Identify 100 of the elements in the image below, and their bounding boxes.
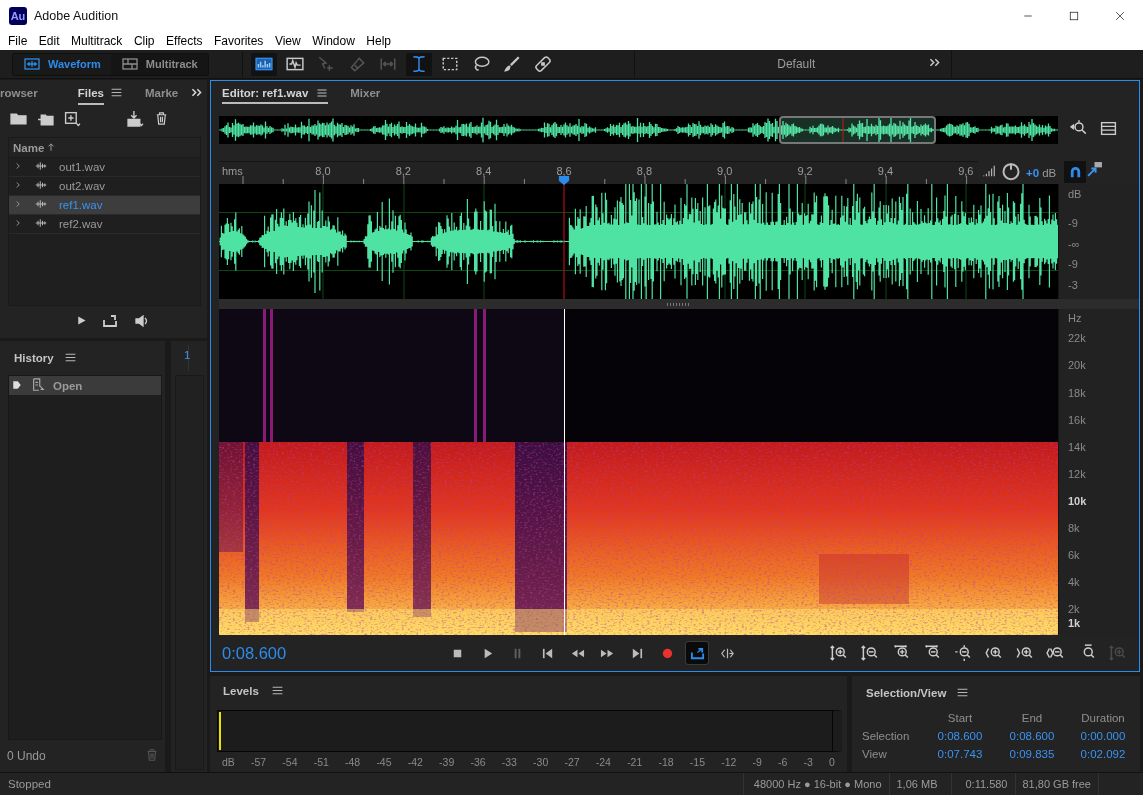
frequency-label: 20k xyxy=(1068,359,1086,372)
file-name: out2.wav xyxy=(59,180,106,192)
column-header: Duration xyxy=(1080,712,1126,724)
panel-tab[interactable]: 1 xyxy=(175,345,189,371)
app-logo: Au xyxy=(9,7,27,25)
frequency-label: 16k xyxy=(1068,413,1086,426)
status-cell: 48000 Hz ● 16-bit ● Mono xyxy=(742,773,889,795)
file-row[interactable]: ref2.wav xyxy=(9,215,200,234)
meter-scale-label: -42 xyxy=(407,756,423,768)
history-item[interactable]: Open xyxy=(9,376,161,395)
menu-item[interactable]: Help xyxy=(360,34,398,48)
close-icon xyxy=(1114,10,1126,22)
frequency-label: 10k xyxy=(1068,494,1087,507)
panel-menu-icon xyxy=(316,87,329,100)
undo-count: 0 Undo xyxy=(7,749,46,763)
meter-scale-label: -24 xyxy=(595,756,611,768)
meter-scale-label: -9 xyxy=(752,756,762,768)
zoom-out-full-icon xyxy=(953,644,971,663)
file-name: out1.wav xyxy=(59,161,106,173)
time-selection-tool-button[interactable] xyxy=(405,52,432,76)
gain-value[interactable]: +0 xyxy=(1026,166,1040,179)
frequency-label: Hz xyxy=(1068,312,1082,325)
meter-scale-label: -57 xyxy=(251,756,267,768)
frequency-label: 8k xyxy=(1068,522,1080,535)
sort-ascending-icon xyxy=(46,141,57,154)
column-header: Start xyxy=(946,712,974,724)
file-row[interactable]: ref1.wav xyxy=(9,196,200,215)
zoom-in-frequency-icon xyxy=(1108,644,1126,663)
meter-scale-label: -6 xyxy=(778,756,788,768)
meter-scale-label: -48 xyxy=(345,756,361,768)
splitter-handle[interactable] xyxy=(667,302,691,306)
amplitude-label: dB xyxy=(1068,188,1082,201)
meter-scale-label: -21 xyxy=(627,756,643,768)
window-title: Adobe Audition xyxy=(34,9,119,23)
meter-scale-label: -18 xyxy=(658,756,674,768)
peak-marker xyxy=(219,712,221,750)
zoom-in-amplitude-icon xyxy=(829,644,847,663)
meter-scale-label: -30 xyxy=(533,756,549,768)
waveform-icon xyxy=(23,56,41,72)
view-mode-tab[interactable]: Waveform xyxy=(13,53,111,75)
playhead-marker-icon[interactable] xyxy=(558,176,570,186)
menu-item[interactable]: Clip xyxy=(127,34,161,48)
loop-button[interactable] xyxy=(686,642,708,665)
time-value[interactable]: 0:08.600 xyxy=(924,730,996,742)
time-ruler[interactable]: hms 8,0 8,2 8,4 8,6 8,8 9,0 9,2 9,4 9,6 xyxy=(219,161,978,185)
current-time[interactable]: 0:08.600 xyxy=(222,643,442,663)
menu-item[interactable]: View xyxy=(268,34,307,48)
file-row[interactable]: out1.wav xyxy=(9,158,200,177)
menu-item[interactable]: Favorites xyxy=(208,34,270,48)
frequency-label: 18k xyxy=(1068,386,1086,399)
history-label: Open xyxy=(53,379,83,392)
panel-title: Levels xyxy=(223,685,259,697)
status-cell: 1,06 MB xyxy=(888,773,951,795)
row-label: Selection xyxy=(862,730,911,742)
amplitude-label: -3 xyxy=(1068,278,1078,291)
editor-tab[interactable]: Mixer xyxy=(350,83,381,105)
zoom-out-amplitude-icon xyxy=(860,644,878,663)
insert-icon[interactable] xyxy=(127,110,144,130)
menu-item[interactable]: Edit xyxy=(32,34,66,48)
loop-icon xyxy=(689,645,705,661)
waveform-view-icon xyxy=(285,55,304,73)
maximize-icon xyxy=(1068,10,1080,22)
meter-scale-label: -39 xyxy=(439,756,455,768)
meter-scale-label: dB xyxy=(222,756,235,768)
spectral-view-button[interactable] xyxy=(250,52,277,76)
slip-tool-icon xyxy=(378,55,397,73)
move-tool-icon xyxy=(316,55,335,73)
frequency-label: 12k xyxy=(1068,467,1086,480)
menu-item[interactable]: File xyxy=(2,34,34,48)
status-cell: 0:11.580 xyxy=(950,773,1015,795)
column-header[interactable]: Name xyxy=(13,141,45,154)
panel-tab[interactable]: rowser xyxy=(0,82,38,105)
file-name: ref2.wav xyxy=(59,218,103,230)
amplitude-label: -9 xyxy=(1068,217,1078,230)
panel-tab[interactable]: Files xyxy=(77,82,104,105)
frequency-label: 4k xyxy=(1068,576,1080,589)
time-value[interactable]: 0:00.000 xyxy=(1068,730,1138,742)
time-value[interactable]: 0:09.835 xyxy=(996,748,1068,760)
document-icon xyxy=(31,377,45,394)
menu-item[interactable]: Multitrack xyxy=(65,34,129,48)
view-mode-tab[interactable]: Multitrack xyxy=(110,53,208,75)
menu-item[interactable]: Window xyxy=(306,34,361,48)
time-value[interactable]: 0:07.743 xyxy=(924,748,996,760)
panel-tab[interactable]: Marke xyxy=(144,82,179,105)
meter-scale-label: -15 xyxy=(689,756,705,768)
time-value[interactable]: 0:08.600 xyxy=(996,730,1068,742)
meter-scale-label: -51 xyxy=(313,756,329,768)
gain-unit: dB xyxy=(1042,166,1057,179)
meter-scale-label: -3 xyxy=(803,756,813,768)
meter-scale-label: -27 xyxy=(564,756,580,768)
editor-tab[interactable]: Editor: ref1.wav xyxy=(222,83,329,105)
workspace-label[interactable]: Default xyxy=(634,57,928,71)
menu-item[interactable]: Effects xyxy=(160,34,209,48)
frequency-label: 22k xyxy=(1068,332,1086,345)
marquee-tool-icon xyxy=(440,55,459,73)
row-label: View xyxy=(862,748,888,760)
snap-button[interactable] xyxy=(1064,161,1086,184)
time-value[interactable]: 0:02.092 xyxy=(1068,748,1138,760)
frequency-label: 2k xyxy=(1068,603,1080,616)
meter-scale-label: -12 xyxy=(721,756,737,768)
